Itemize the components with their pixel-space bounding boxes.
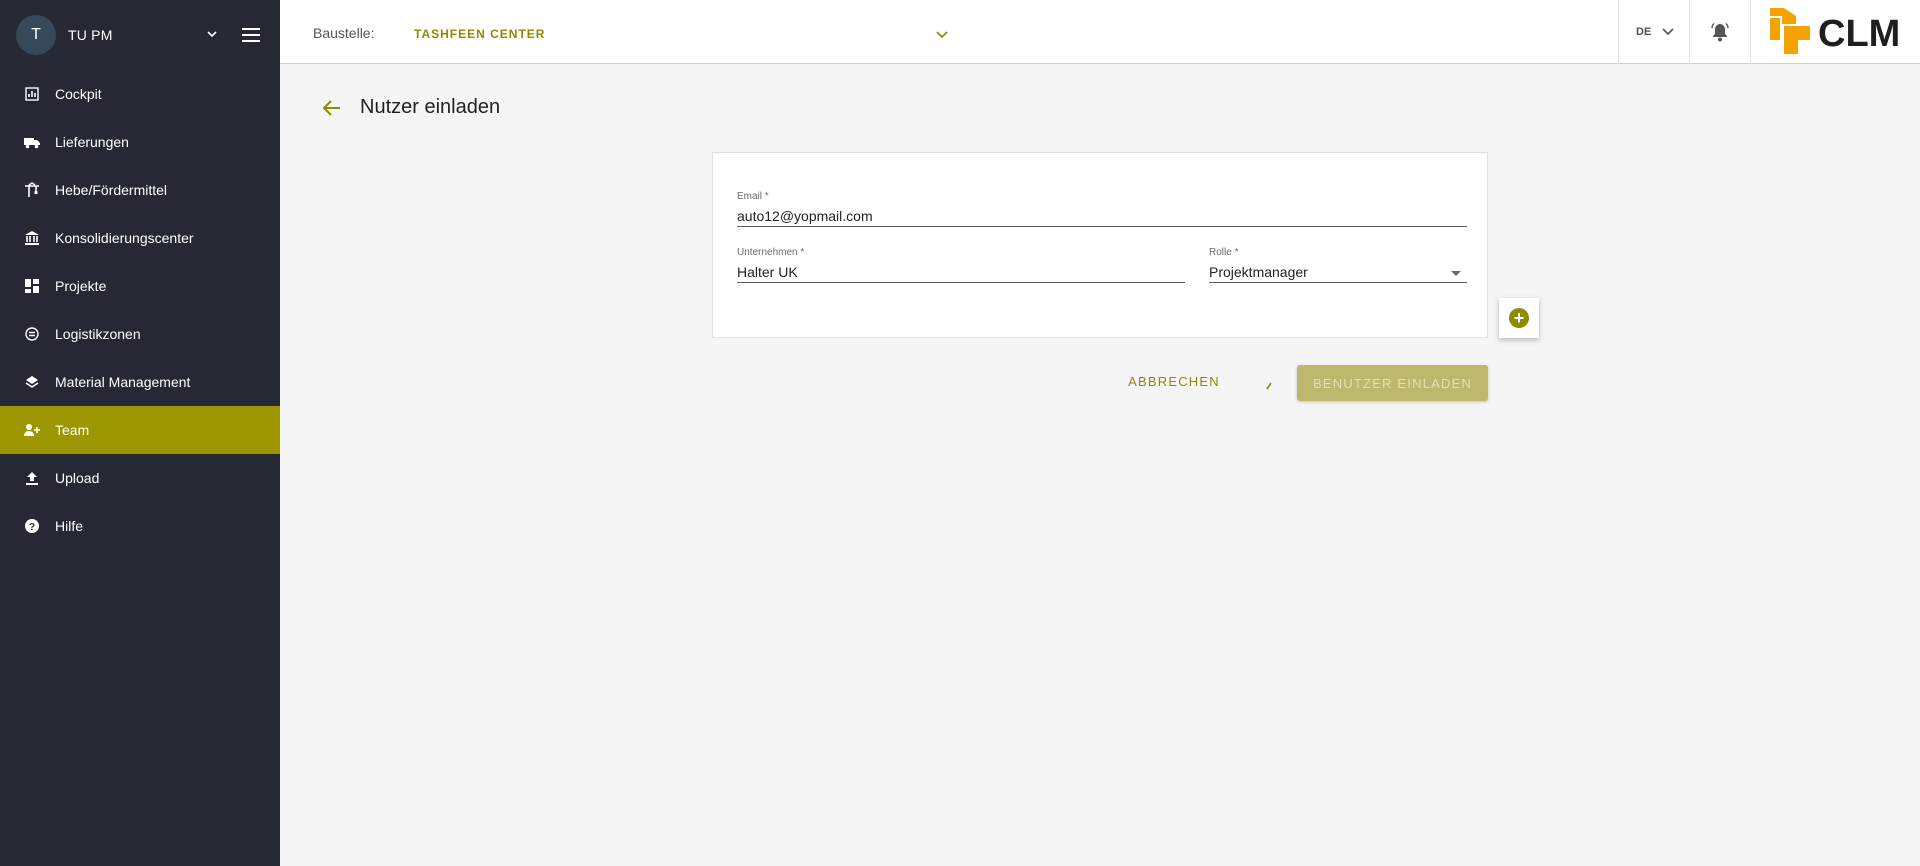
user-menu[interactable]: T TU PM	[0, 0, 280, 70]
sidebar-item-label: Hilfe	[55, 518, 84, 534]
sidebar-item-projekte[interactable]: Projekte	[0, 262, 280, 310]
sidebar-item-konsolidierungscenter[interactable]: Konsolidierungscenter	[0, 214, 280, 262]
user-name: TU PM	[68, 27, 113, 43]
sidebar-item-label: Lieferungen	[55, 134, 129, 150]
email-input[interactable]: auto12@yopmail.com	[737, 205, 1467, 227]
sidebar-item-label: Cockpit	[55, 86, 102, 102]
back-arrow-icon[interactable]	[320, 96, 344, 120]
sidebar-item-label: Team	[55, 422, 90, 438]
hamburger-menu-icon[interactable]	[240, 24, 262, 46]
truck-icon	[24, 134, 40, 150]
sidebar-item-lieferungen[interactable]: Lieferungen	[0, 118, 280, 166]
sidebar-item-label: Konsolidierungscenter	[55, 230, 194, 246]
cancel-button[interactable]: ABBRECHEN	[1118, 365, 1230, 397]
email-label: Email *	[737, 191, 769, 202]
company-input[interactable]: Halter UK	[737, 261, 1185, 283]
caret-down-icon	[1451, 271, 1461, 276]
sidebar: T TU PM Cockpit Lieferungen Hebe/Förderm…	[0, 0, 280, 866]
site-label: Baustelle:	[313, 25, 375, 41]
sidebar-item-team[interactable]: Team	[0, 406, 280, 454]
role-select[interactable]: Rolle * Projektmanager	[1209, 247, 1467, 283]
sidebar-item-cockpit[interactable]: Cockpit	[0, 70, 280, 118]
sidebar-item-label: Logistikzonen	[55, 326, 141, 342]
notifications-button[interactable]	[1689, 0, 1751, 64]
invite-form-card: Email * auto12@yopmail.com Unternehmen *…	[712, 152, 1488, 338]
help-icon: ?	[24, 518, 40, 534]
sidebar-item-logistikzonen[interactable]: Logistikzonen	[0, 310, 280, 358]
chart-icon	[24, 86, 40, 102]
tick-mark-icon	[1266, 382, 1272, 390]
sidebar-item-upload[interactable]: Upload	[0, 454, 280, 502]
site-select[interactable]: TASHFEEN CENTER	[414, 14, 952, 52]
logo-mark-icon	[1770, 8, 1810, 54]
logo-text: CLM	[1818, 13, 1901, 55]
sidebar-item-label: Material Management	[55, 374, 191, 390]
role-label: Rolle *	[1209, 247, 1239, 258]
bell-icon	[1711, 23, 1729, 42]
bank-icon	[24, 230, 40, 246]
invite-user-button[interactable]: BENUTZER EINLADEN	[1297, 365, 1488, 401]
sidebar-item-label: Hebe/Fördermittel	[55, 182, 168, 198]
page-title: Nutzer einladen	[360, 96, 501, 118]
email-field[interactable]: Email * auto12@yopmail.com	[737, 191, 1467, 227]
sidebar-item-label: Upload	[55, 470, 100, 486]
add-user-row-button[interactable]: +	[1499, 298, 1539, 338]
team-icon	[24, 422, 40, 438]
clm-logo: CLM	[1768, 8, 1918, 56]
language-value: DE	[1636, 26, 1652, 38]
role-value[interactable]: Projektmanager	[1209, 261, 1467, 283]
plus-circle-icon: +	[1509, 308, 1529, 328]
company-label: Unternehmen *	[737, 247, 805, 258]
chevron-down-icon	[1662, 28, 1674, 36]
company-field[interactable]: Unternehmen * Halter UK	[737, 247, 1185, 283]
dashboard-icon	[24, 278, 40, 294]
crane-icon	[24, 182, 40, 198]
chevron-down-icon	[936, 31, 948, 39]
site-value: TASHFEEN CENTER	[414, 27, 546, 41]
zone-icon	[24, 326, 40, 342]
chevron-down-icon[interactable]	[204, 26, 220, 42]
language-select[interactable]: DE	[1618, 0, 1688, 64]
sidebar-item-hilfe[interactable]: ? Hilfe	[0, 502, 280, 550]
layers-icon	[24, 374, 40, 390]
upload-icon	[24, 470, 40, 486]
sidebar-item-hebe-foerdermittel[interactable]: Hebe/Fördermittel	[0, 166, 280, 214]
avatar: T	[16, 15, 56, 55]
top-bar: Baustelle: TASHFEEN CENTER DE CLM	[280, 0, 1920, 64]
sidebar-item-material-management[interactable]: Material Management	[0, 358, 280, 406]
svg-text:?: ?	[29, 522, 35, 533]
sidebar-item-label: Projekte	[55, 278, 107, 294]
sidebar-nav: Cockpit Lieferungen Hebe/Fördermittel Ko…	[0, 70, 280, 550]
